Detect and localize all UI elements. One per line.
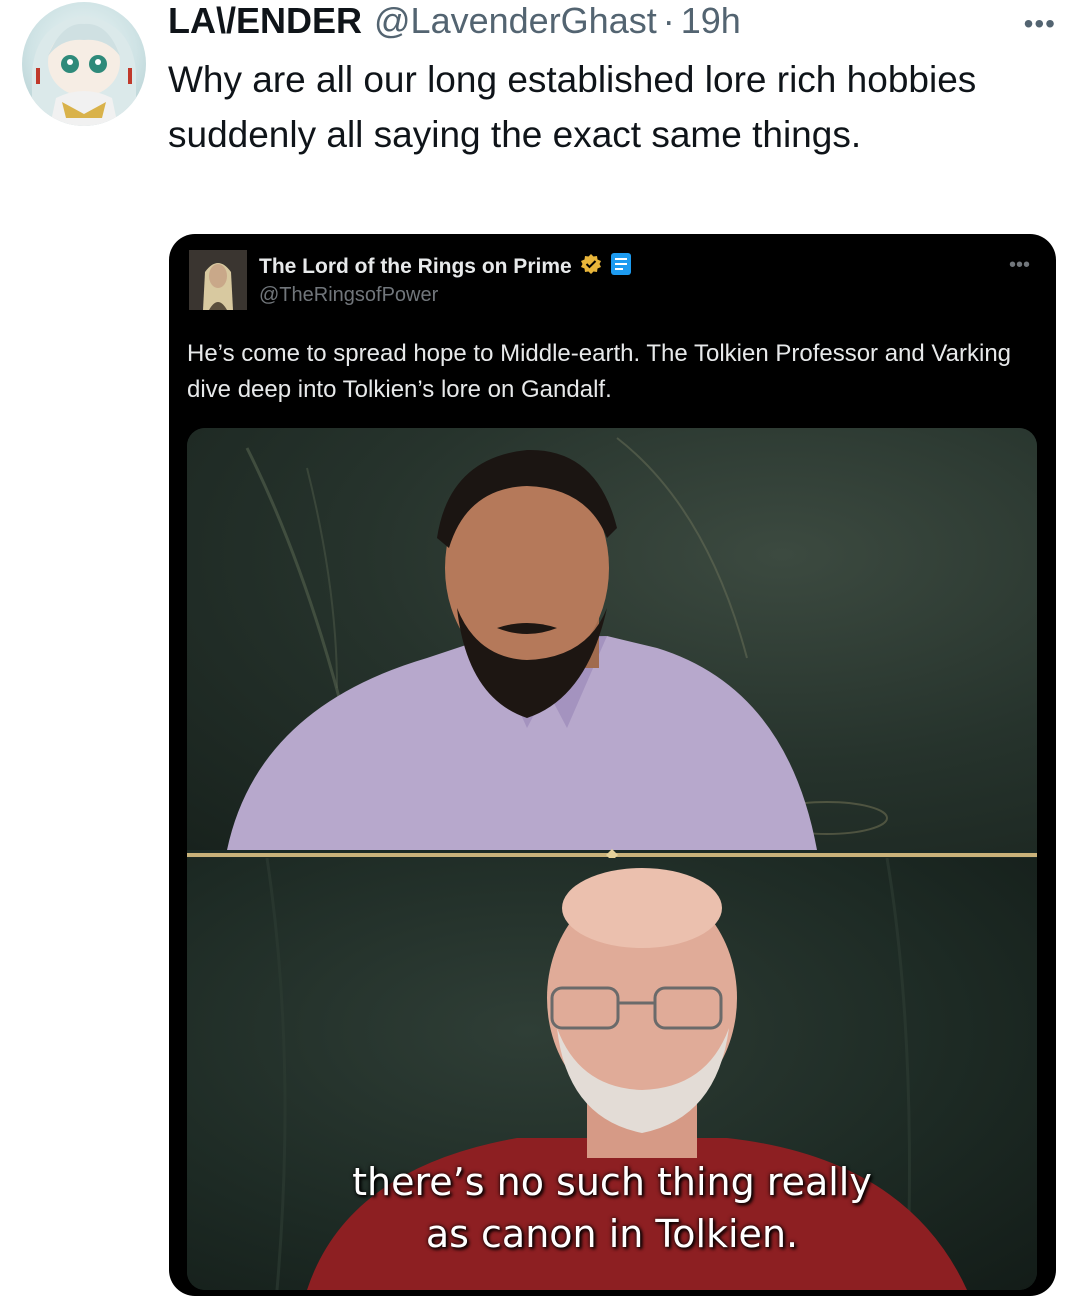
video-subtitle: there’s no such thing really as canon in… <box>187 1156 1037 1260</box>
quoted-header: The Lord of the Rings on Prime <box>259 252 632 282</box>
display-name[interactable]: LA\/ENDER <box>168 0 362 42</box>
subtitle-line-1: there’s no such thing really <box>352 1160 872 1204</box>
quoted-media[interactable]: there’s no such thing really as canon in… <box>187 428 1037 1290</box>
subtitle-line-2: as canon in Tolkien. <box>425 1212 799 1256</box>
more-icon[interactable]: ••• <box>1024 8 1056 40</box>
user-avatar[interactable] <box>22 2 146 126</box>
verified-badge-icon <box>580 253 602 281</box>
media-panel-top <box>187 428 1037 850</box>
quoted-handle[interactable]: @TheRingsofPower <box>259 284 438 307</box>
post-header: LA\/ENDER @LavenderGhast · 19h <box>168 0 741 42</box>
timestamp[interactable]: 19h <box>681 0 741 42</box>
user-handle[interactable]: @LavenderGhast <box>374 0 657 42</box>
quoted-text: He’s come to spread hope to Middle-earth… <box>187 340 1012 403</box>
quoted-more-icon[interactable]: ••• <box>1009 254 1030 277</box>
separator: · <box>662 0 675 41</box>
quoted-post[interactable]: The Lord of the Rings on Prime @TheRings… <box>169 234 1056 1296</box>
quoted-display-name[interactable]: The Lord of the Rings on Prime <box>259 255 572 279</box>
quoted-avatar[interactable] <box>189 250 247 310</box>
affiliate-badge-icon[interactable] <box>610 252 632 282</box>
post-text: Why are all our long established lore ri… <box>168 59 977 155</box>
